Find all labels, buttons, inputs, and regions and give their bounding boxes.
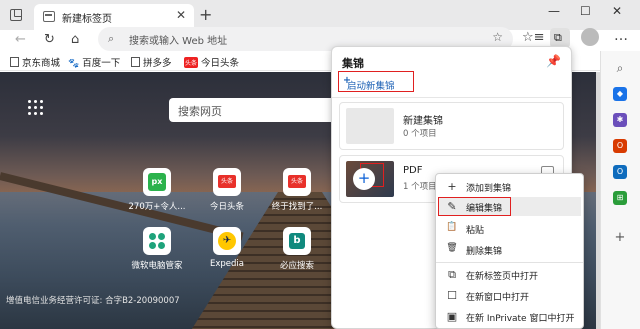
favorite-pinduoduo[interactable]: 拼多多 <box>131 55 172 69</box>
icp-license-text[interactable]: 增值电信业务经营许可证: 合字B2-20090007 <box>6 294 180 306</box>
menu-item-open-new-tab[interactable]: ⧉ 在新标签页中打开 <box>438 265 581 284</box>
close-window-button[interactable]: ✕ <box>612 4 622 18</box>
add-favorite-icon[interactable]: ☆ <box>492 30 503 44</box>
document-icon <box>10 57 19 67</box>
collection-thumbnail <box>346 108 394 144</box>
tile-label: Expedia <box>210 259 244 269</box>
menu-item-delete-collection[interactable]: 🗑 删除集锦 <box>438 240 581 259</box>
tab-title: 新建标签页 <box>62 14 112 25</box>
new-window-icon: ☐ <box>447 289 457 302</box>
menu-divider <box>436 262 583 263</box>
menu-item-open-new-window[interactable]: ☐ 在新窗口中打开 <box>438 286 581 305</box>
baidu-paw-icon: 🐾 <box>68 59 80 69</box>
back-button[interactable]: ← <box>15 32 26 47</box>
tile-label: 微软电脑管家 <box>131 261 183 271</box>
tile-toutiao[interactable]: 头条 今日头条 <box>197 168 257 212</box>
menu-item-add-to-collection[interactable]: + 添加到集锦 <box>438 177 581 196</box>
reload-button[interactable]: ↻ <box>44 32 55 47</box>
inprivate-icon: ▣ <box>446 310 458 323</box>
tile-toutiao-2[interactable]: 头条 终于找到了... <box>267 168 327 212</box>
add-item-icon[interactable]: + <box>353 168 375 190</box>
tile-bing[interactable]: b 必应搜索 <box>267 227 327 271</box>
clipboard-icon: 📋 <box>446 222 458 232</box>
document-icon <box>131 57 140 67</box>
toutiao-icon: 头条 <box>288 175 306 188</box>
new-tab-icon: ⧉ <box>448 268 456 281</box>
apps-grid-icon[interactable] <box>28 100 44 116</box>
collection-name: 新建集锦 <box>403 116 443 127</box>
shopping-tag-icon[interactable]: ◆ <box>613 87 627 101</box>
windows-icon[interactable]: ⊞ <box>613 191 627 205</box>
tile-px[interactable]: px 270万+令人... <box>127 168 187 212</box>
ntp-search-placeholder: 搜索网页 <box>178 105 222 118</box>
close-tab-icon[interactable]: ✕ <box>176 8 186 22</box>
collection-count: 0 个项目 <box>403 129 437 139</box>
sidebar-search-icon[interactable]: ⌕ <box>613 61 627 75</box>
expedia-icon: ✈ <box>218 232 236 250</box>
search-icon: ⌕ <box>108 32 115 45</box>
plus-icon: + <box>447 180 457 193</box>
collections-icon: ⧉ <box>554 31 562 44</box>
favorites-icon[interactable]: ☆≡ <box>522 30 545 45</box>
new-tab-button[interactable]: + <box>199 5 212 24</box>
favorite-toutiao[interactable]: 头条 今日头条 <box>184 55 239 69</box>
pin-icon[interactable]: 📌 <box>546 54 561 68</box>
outlook-icon[interactable]: O <box>613 165 627 179</box>
sidebar-add-icon[interactable]: + <box>613 231 627 245</box>
collections-button[interactable]: ⧉ <box>550 28 570 48</box>
divider <box>332 97 571 98</box>
collection-name: PDF <box>403 165 423 176</box>
bing-icon: b <box>289 233 305 249</box>
toutiao-icon: 头条 <box>184 57 199 68</box>
collection-card-new[interactable]: 新建集锦 0 个项目 <box>339 102 564 150</box>
workspaces-icon[interactable] <box>10 9 22 21</box>
home-button[interactable]: ⌂ <box>71 32 79 47</box>
ntp-search-box[interactable]: 搜索网页 <box>169 98 335 122</box>
panel-title: 集锦 <box>342 57 364 70</box>
start-new-collection-label: 启动新集锦 <box>347 81 395 92</box>
toutiao-icon: 头条 <box>218 175 236 188</box>
tile-label: 今日头条 <box>209 202 244 212</box>
tile-ms-pc-manager[interactable]: 微软电脑管家 <box>127 227 187 271</box>
menu-item-open-inprivate[interactable]: ▣ 在新 InPrivate 窗口中打开 <box>438 307 581 326</box>
collection-context-menu: + 添加到集锦 ✎ 编辑集锦 📋 粘贴 🗑 删除集锦 ⧉ 在新标签页中打开 ☐ … <box>435 173 584 329</box>
tile-label: 终于找到了... <box>271 202 323 212</box>
more-menu-icon[interactable]: … <box>614 28 628 44</box>
menu-item-paste[interactable]: 📋 粘贴 <box>438 219 581 238</box>
tile-label: 必应搜索 <box>279 261 314 271</box>
ms-pc-manager-icon <box>149 233 165 249</box>
new-tab-page-icon <box>43 11 55 22</box>
office-icon[interactable]: O <box>613 139 627 153</box>
tools-icon[interactable]: ✱ <box>613 113 627 127</box>
px-icon: px <box>148 173 166 191</box>
start-new-collection-button[interactable]: + 启动新集锦 <box>338 71 414 92</box>
collection-count: 1 个项目 <box>403 182 437 192</box>
tile-label: 270万+令人... <box>128 202 186 212</box>
profile-avatar[interactable] <box>581 28 599 46</box>
trash-icon: 🗑 <box>446 243 458 253</box>
favorite-jd[interactable]: 京东商城 <box>10 55 60 69</box>
tab-strip: 新建标签页 ✕ + — ☐ ✕ <box>0 0 640 30</box>
edit-highlight-box <box>438 197 511 216</box>
minimize-button[interactable]: — <box>548 4 560 18</box>
collection-thumbnail: + <box>346 161 394 197</box>
edge-sidebar: ⌕ ◆ ✱ O O ⊞ + <box>600 51 640 329</box>
address-placeholder[interactable]: 搜索或输入 Web 地址 <box>129 32 227 47</box>
tile-expedia[interactable]: ✈ Expedia <box>197 227 257 269</box>
maximize-button[interactable]: ☐ <box>580 4 591 18</box>
favorite-baidu[interactable]: 🐾 百度一下 <box>68 55 120 69</box>
